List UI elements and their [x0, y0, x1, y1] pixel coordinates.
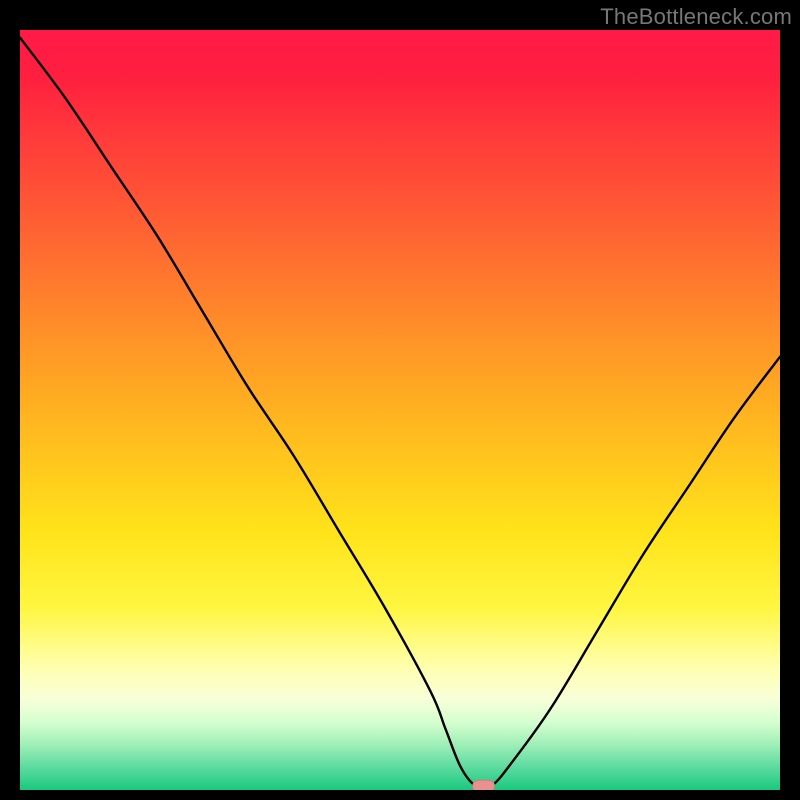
marker-point	[473, 780, 495, 790]
plot-area	[20, 30, 780, 790]
bottleneck-curve	[20, 38, 780, 790]
curve-svg	[20, 30, 780, 790]
watermark-text: TheBottleneck.com	[600, 4, 792, 30]
chart-frame: TheBottleneck.com	[0, 0, 800, 800]
